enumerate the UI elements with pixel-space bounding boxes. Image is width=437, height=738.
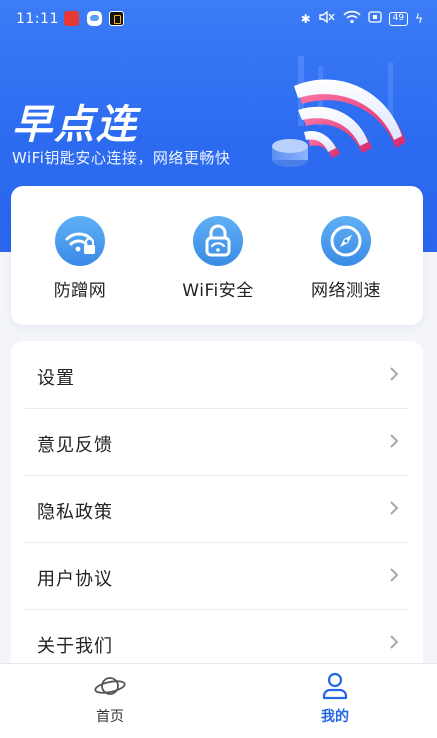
battery-icon: 49 — [388, 12, 409, 26]
charging-icon: ϟ — [415, 12, 423, 26]
wifi-lock-icon — [55, 216, 105, 266]
padlock-icon — [193, 216, 243, 266]
tab-mine-label: 我的 — [321, 709, 349, 725]
status-icons: ✱ 49 ϟ — [301, 10, 423, 28]
menu-item-label: 隐私政策 — [37, 502, 113, 523]
menu-item-feedback[interactable]: 意见反馈 — [11, 409, 423, 476]
planet-icon — [94, 677, 126, 695]
tab-home[interactable]: 首页 — [65, 672, 155, 726]
notification-app-icon — [64, 11, 79, 26]
user-icon — [322, 672, 348, 700]
menu-item-label: 用户协议 — [37, 569, 113, 590]
tab-mine[interactable]: 我的 — [290, 672, 380, 726]
bluetooth-icon: ✱ — [300, 12, 311, 26]
quick-action-wifi-security[interactable]: WiFi安全 — [158, 216, 278, 301]
bottom-tab-bar: 首页 我的 — [0, 663, 437, 738]
wifi-icon — [343, 10, 361, 28]
app-subtitle: WiFi钥匙安心连接，网络更畅快 — [12, 149, 231, 167]
chevron-right-icon — [390, 367, 399, 381]
menu-item-label: 意见反馈 — [37, 435, 113, 456]
chevron-right-icon — [390, 501, 399, 515]
settings-menu: 设置 意见反馈 隐私政策 用户协议 关于我们 — [11, 341, 423, 681]
chevron-right-icon — [390, 434, 399, 448]
quick-action-anti-leech[interactable]: 防蹭网 — [20, 216, 140, 301]
screen-icon — [367, 11, 382, 27]
notification-app-icon — [109, 11, 124, 26]
menu-item-label: 关于我们 — [37, 636, 113, 657]
quick-action-label: 网络测速 — [311, 281, 381, 301]
quick-actions-card: 防蹭网 WiFi安全 网络测速 — [11, 186, 423, 325]
wifi-illustration-icon — [272, 56, 406, 167]
menu-item-user-agreement[interactable]: 用户协议 — [11, 543, 423, 610]
tab-home-label: 首页 — [96, 709, 124, 725]
menu-item-settings[interactable]: 设置 — [11, 342, 423, 409]
app-brand-title: 早点连 — [12, 102, 138, 148]
chevron-right-icon — [390, 635, 399, 649]
quick-action-label: WiFi安全 — [182, 281, 254, 301]
quick-action-label: 防蹭网 — [53, 281, 107, 301]
quick-action-speed-test[interactable]: 网络测速 — [286, 216, 406, 301]
chevron-right-icon — [390, 568, 399, 582]
notification-chat-icon — [87, 11, 102, 26]
status-bar: 11:11 ✱ 49 ϟ — [0, 0, 437, 38]
status-time: 11:11 — [16, 11, 59, 27]
compass-icon — [321, 216, 371, 266]
menu-item-label: 设置 — [37, 368, 75, 389]
menu-item-privacy-policy[interactable]: 隐私政策 — [11, 476, 423, 543]
mute-icon — [318, 10, 336, 28]
